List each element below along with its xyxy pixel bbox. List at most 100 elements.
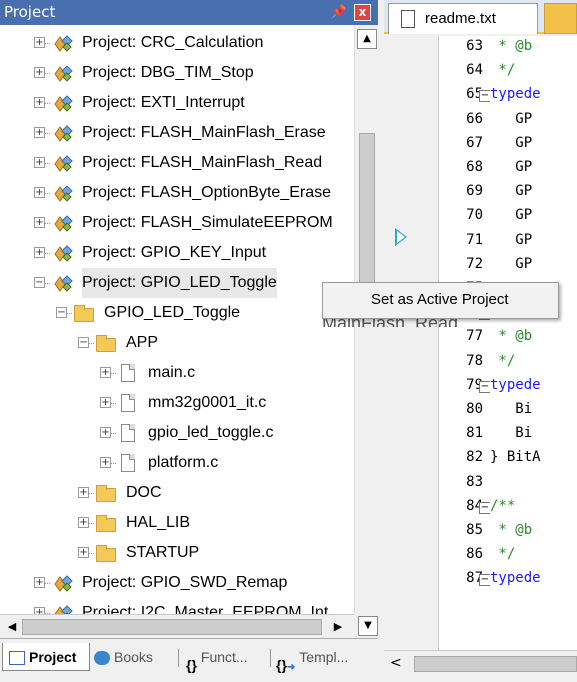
tree-item-file[interactable]: + main.c: [0, 358, 354, 388]
current-line-arrow-icon: [395, 228, 407, 246]
line-number: 78: [466, 352, 483, 369]
tree-item-label: Project: GPIO_SWD_Remap: [82, 574, 288, 591]
expand-icon[interactable]: +: [34, 127, 45, 138]
tree-item-folder[interactable]: + DOC: [0, 478, 354, 508]
tree-item-target[interactable]: − GPIO_LED_Toggle: [0, 298, 354, 328]
tree-item-folder[interactable]: + STARTUP: [0, 538, 354, 568]
folder-icon: [96, 335, 116, 352]
expand-icon[interactable]: +: [78, 517, 89, 528]
tree-item-project[interactable]: + Project: GPIO_KEY_Input: [0, 238, 354, 268]
expand-icon[interactable]: +: [34, 187, 45, 198]
line-number: 84: [466, 497, 483, 514]
line-number: 77: [466, 328, 483, 345]
code-line: */: [490, 546, 516, 563]
tree-item-project[interactable]: + Project: EXTI_Interrupt: [0, 88, 354, 118]
tab-functions[interactable]: {}Funct...: [186, 643, 268, 674]
tree-item-label: platform.c: [148, 454, 219, 471]
file-icon: [121, 424, 135, 442]
collapse-icon[interactable]: −: [78, 337, 89, 348]
tree-item-folder[interactable]: + HAL_LIB: [0, 508, 354, 538]
project-icon: [52, 183, 74, 202]
expand-icon[interactable]: +: [100, 397, 111, 408]
menu-item-set-active-project[interactable]: Set as Active Project: [371, 291, 509, 308]
tab-next[interactable]: [544, 3, 577, 34]
code-line: Bi: [490, 401, 533, 417]
file-icon: [121, 394, 135, 412]
tree-item-project[interactable]: − Project: GPIO_LED_Toggle: [0, 268, 354, 298]
expand-icon[interactable]: +: [34, 37, 45, 48]
tree-item-label: mm32g0001_it.c: [148, 394, 267, 411]
code-line: Bi: [490, 425, 533, 442]
code-line: typede: [490, 376, 541, 393]
expand-icon[interactable]: +: [34, 607, 45, 614]
expand-icon[interactable]: +: [78, 487, 89, 498]
editor-horizontal-scrollbar[interactable]: <: [384, 650, 577, 676]
tree-item-file[interactable]: + gpio_led_toggle.c: [0, 418, 354, 448]
code-line: */: [490, 352, 516, 369]
folder-icon: [96, 545, 116, 562]
tree-item-label: gpio_led_toggle.c: [148, 424, 274, 441]
document-icon: [401, 10, 415, 28]
line-number: 81: [466, 425, 483, 442]
scroll-up-arrow-icon[interactable]: ▲: [357, 29, 377, 49]
code-line: GP: [490, 134, 533, 151]
tree-item-project[interactable]: + Project: I2C_Master_EEPROM_Int: [0, 598, 354, 614]
tree-item-label: Project: DBG_TIM_Stop: [82, 64, 254, 81]
line-number-gutter: 636465−666768697071727576−777879−8081828…: [438, 36, 491, 650]
expand-icon[interactable]: +: [34, 67, 45, 78]
project-icon: [52, 603, 74, 614]
expand-icon[interactable]: +: [34, 97, 45, 108]
panel-bottom-tabs: Project Books {}Funct... {}➜Templ...: [0, 638, 378, 676]
tree-item-project[interactable]: + Project: FLASH_MainFlash_Erase: [0, 118, 354, 148]
expand-icon[interactable]: +: [34, 247, 45, 258]
target-folder-icon: [74, 305, 94, 322]
close-panel-button[interactable]: x: [354, 4, 371, 21]
tree-item-project[interactable]: + Project: CRC_Calculation: [0, 28, 354, 58]
tree-item-project[interactable]: + Project: FLASH_OptionByte_Erase: [0, 178, 354, 208]
expand-icon[interactable]: +: [78, 547, 89, 558]
vertical-scroll-thumb[interactable]: [359, 133, 375, 293]
line-number: 64: [466, 62, 483, 79]
tree-item-file[interactable]: + platform.c: [0, 448, 354, 478]
tab-separator: [178, 649, 179, 667]
expand-icon[interactable]: +: [34, 217, 45, 228]
tab-project[interactable]: Project: [2, 643, 90, 671]
tab-readme[interactable]: readme.txt: [388, 3, 538, 34]
tab-books[interactable]: Books: [94, 643, 174, 671]
tree-item-file[interactable]: + mm32g0001_it.c: [0, 388, 354, 418]
scroll-down-arrow-icon[interactable]: ▼: [358, 616, 378, 636]
collapse-icon[interactable]: −: [56, 307, 67, 318]
editor-tab-bar: readme.txt: [384, 0, 577, 34]
line-number: 65: [466, 86, 483, 103]
expand-icon[interactable]: +: [100, 427, 111, 438]
line-number: 85: [466, 522, 483, 538]
expand-icon[interactable]: +: [100, 457, 111, 468]
books-icon: [94, 651, 110, 666]
tree-item-folder[interactable]: − APP: [0, 328, 354, 358]
expand-icon[interactable]: +: [34, 157, 45, 168]
tree-horizontal-scrollbar[interactable]: ◀ ▶: [0, 614, 354, 638]
horizontal-scroll-thumb[interactable]: [22, 619, 322, 635]
tree-item-project[interactable]: + Project: DBG_TIM_Stop: [0, 58, 354, 88]
tree-item-project[interactable]: + Project: GPIO_SWD_Remap: [0, 568, 354, 598]
scroll-left-arrow-icon[interactable]: ◀: [4, 618, 20, 636]
tree-item-label: main.c: [148, 364, 196, 381]
pin-icon[interactable]: 📌: [330, 0, 348, 25]
braces-icon: {}: [186, 657, 197, 674]
scroll-left-arrow-icon[interactable]: <: [390, 655, 402, 671]
template-icon: {}➜: [276, 657, 296, 674]
scroll-right-arrow-icon[interactable]: ▶: [330, 618, 346, 636]
expand-icon[interactable]: +: [34, 577, 45, 588]
expand-icon[interactable]: +: [100, 367, 111, 378]
tree-item-project[interactable]: + Project: FLASH_SimulateEEPROM: [0, 208, 354, 238]
code-area[interactable]: * @b */ typede GP GP GP GP GP GP GP /** * …: [490, 36, 577, 650]
tree-item-project[interactable]: + Project: FLASH_MainFlash_Read: [0, 148, 354, 178]
code-line: */: [490, 62, 516, 79]
collapse-icon[interactable]: −: [34, 277, 45, 288]
folder-icon: [96, 515, 116, 532]
line-number: 69: [466, 183, 483, 200]
code-line: GP: [490, 207, 533, 224]
line-number: 67: [466, 134, 483, 151]
editor-scroll-thumb[interactable]: [414, 656, 577, 672]
tab-templates[interactable]: {}➜Templ...: [276, 643, 374, 674]
